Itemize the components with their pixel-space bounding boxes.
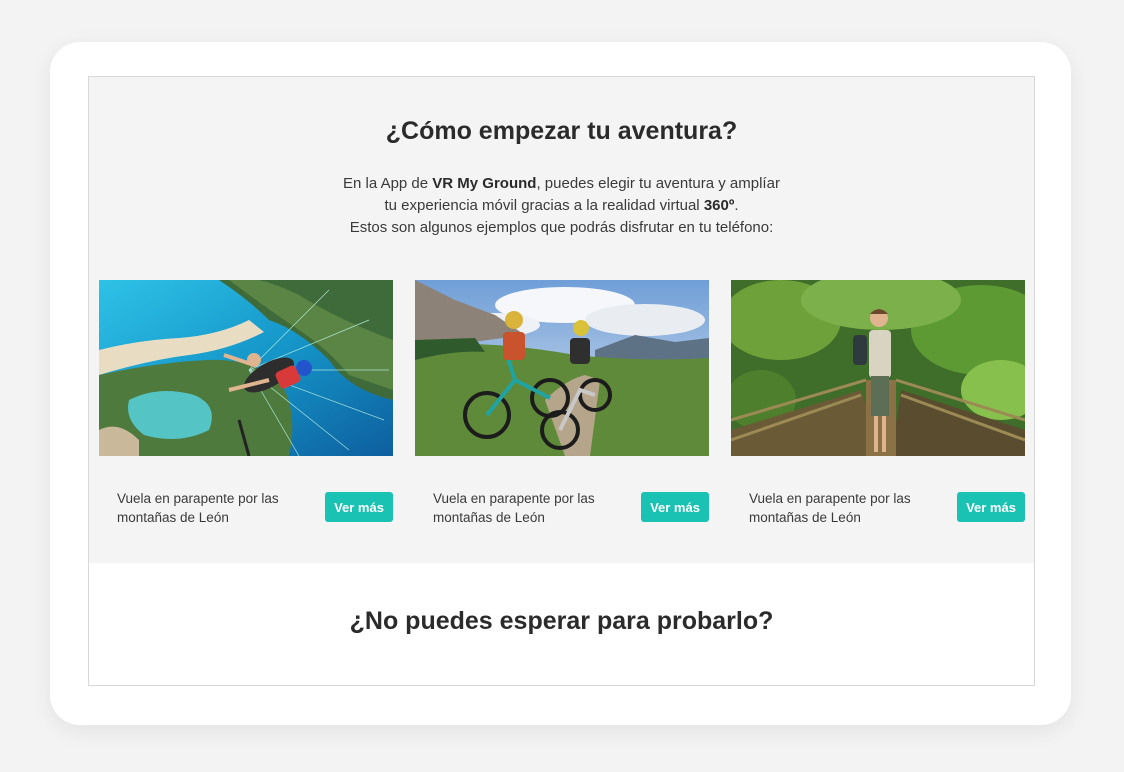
- card-caption: Vuela en parapente por las montañas de L…: [433, 491, 595, 525]
- vr-highlight: 360º: [703, 197, 735, 214]
- section-intro: En la App de VR My Ground, puedes elegir…: [89, 173, 1034, 239]
- intro-text: En la App de: [343, 175, 433, 192]
- intro-text: .: [734, 197, 739, 214]
- mountain-biking-photo[interactable]: [415, 280, 709, 456]
- brand-name: VR My Ground: [432, 175, 537, 192]
- tablet-frame: ¿Cómo empezar tu aventura? En la App de …: [50, 42, 1071, 725]
- intro-text: Estos son algunos ejemplos que podrás di…: [349, 219, 774, 236]
- adventure-section: ¿Cómo empezar tu aventura? En la App de …: [89, 77, 1034, 563]
- cta-title: ¿No puedes esperar para probarlo?: [349, 607, 774, 635]
- intro-text: , puedes elegir tu aventura y amplíar: [536, 175, 780, 192]
- ver-mas-button[interactable]: Ver más: [325, 492, 393, 522]
- card-caption: Vuela en parapente por las montañas de L…: [749, 491, 911, 525]
- card-caption: Vuela en parapente por las montañas de L…: [117, 491, 279, 525]
- intro-text: tu experiencia móvil gracias a la realid…: [384, 197, 704, 214]
- section-title: ¿Cómo empezar tu aventura?: [385, 117, 738, 145]
- adventure-card: Vuela en parapente por las montañas de L…: [99, 280, 393, 525]
- ver-mas-button[interactable]: Ver más: [641, 492, 709, 522]
- jungle-bridge-photo[interactable]: [731, 280, 1025, 456]
- web-page: ¿Cómo empezar tu aventura? En la App de …: [88, 76, 1035, 686]
- adventure-card: Vuela en parapente por las montañas de L…: [731, 280, 1025, 525]
- adventure-card: Vuela en parapente por las montañas de L…: [415, 280, 709, 525]
- paragliding-photo[interactable]: [99, 280, 393, 456]
- ver-mas-button[interactable]: Ver más: [957, 492, 1025, 522]
